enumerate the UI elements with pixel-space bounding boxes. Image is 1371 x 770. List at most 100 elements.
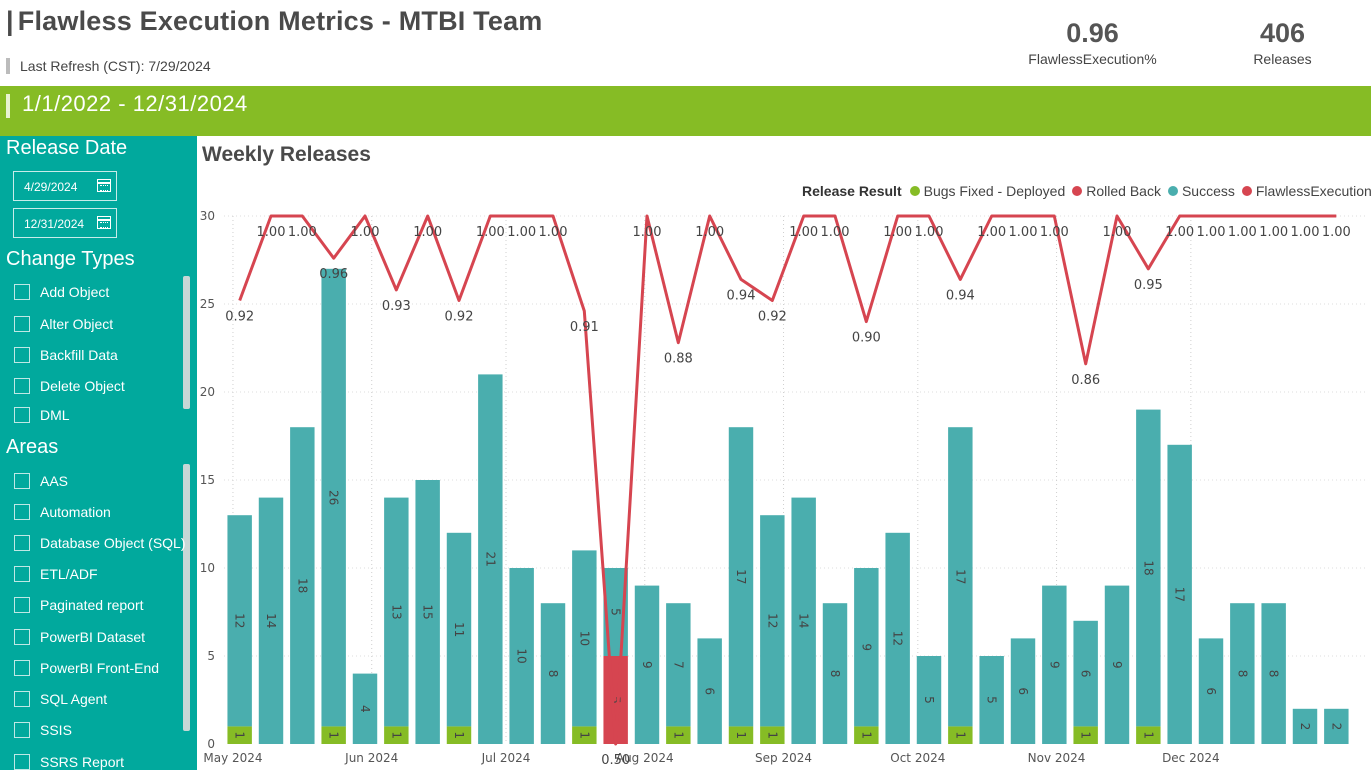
bar-value-label: 8 [546, 670, 560, 678]
checkbox[interactable] [14, 378, 30, 394]
legend-label: FlawlessExecution% [1255, 183, 1371, 199]
last-refresh: Last Refresh (CST): 7/29/2024 [6, 58, 211, 74]
checkbox[interactable] [14, 660, 30, 676]
bar-value-label: 7 [671, 661, 685, 669]
flawless-value-label: 0.88 [664, 352, 693, 367]
bar-value-label: 5 [985, 696, 999, 704]
checkbox[interactable] [14, 629, 30, 645]
flawless-value-label: 1.00 [789, 225, 818, 240]
bar-value-label: 1 [765, 731, 779, 739]
x-tick-label: Jul 2024 [481, 751, 531, 765]
bar-value-label: 18 [1141, 560, 1155, 575]
bar-value-label: 26 [327, 490, 341, 505]
bar-value-label: 6 [1016, 687, 1030, 695]
legend-item-rolled-back[interactable]: Rolled Back [1072, 183, 1161, 199]
flawless-value-label: 0.95 [1134, 278, 1163, 293]
checkbox[interactable] [14, 691, 30, 707]
area-option[interactable]: AAS [14, 471, 68, 491]
bar-value-label: 21 [483, 552, 497, 567]
bar-value-label: 17 [734, 569, 748, 584]
area-option[interactable]: PowerBI Front-End [14, 658, 159, 678]
kpi-flawless-label: FlawlessExecution% [1028, 51, 1157, 67]
area-option[interactable]: Automation [14, 502, 111, 522]
legend-label: Success [1181, 183, 1235, 199]
chart-title: Weekly Releases [202, 143, 371, 166]
change-type-option[interactable]: Delete Object [14, 376, 125, 396]
bar-value-label: 6 [703, 687, 717, 695]
legend-dot-icon [1241, 186, 1252, 196]
area-option[interactable]: Database Object (SQL) [14, 533, 186, 553]
flawless-value-label: 0.93 [382, 299, 411, 314]
bar-value-label: 9 [1110, 661, 1124, 669]
area-option[interactable]: ETL/ADF [14, 564, 98, 584]
option-label: Add Object [40, 284, 110, 300]
bar-value-label: 10 [515, 648, 529, 663]
area-option[interactable]: PowerBI Dataset [14, 627, 145, 647]
checkbox[interactable] [14, 754, 30, 770]
checkbox[interactable] [14, 722, 30, 738]
checkbox[interactable] [14, 347, 30, 363]
area-option[interactable]: SSRS Report [14, 752, 124, 770]
change-type-option[interactable]: Alter Object [14, 314, 113, 334]
option-label: DML [40, 407, 70, 423]
legend-item-success[interactable]: Success [1167, 183, 1235, 199]
checkbox[interactable] [14, 407, 30, 423]
flawless-value-label: 1.00 [1009, 225, 1038, 240]
page-title: | Flawless Execution Metrics - MTBI Team [6, 6, 543, 36]
flawless-value-label: 0.94 [946, 288, 975, 303]
checkbox[interactable] [14, 597, 30, 613]
flawless-value-label: 1.00 [1322, 225, 1351, 240]
bar-value-label: 9 [859, 643, 873, 651]
change-types-scrollbar[interactable] [183, 276, 190, 409]
kpi-releases-label: Releases [1253, 51, 1312, 67]
report-page: | Flawless Execution Metrics - MTBI Team … [0, 0, 1371, 770]
legend-label: Rolled Back [1086, 183, 1161, 199]
flawless-value-label: 1.00 [821, 225, 850, 240]
change-type-option[interactable]: DML [14, 405, 70, 425]
bar-value-label: 5 [609, 608, 623, 616]
change-types-title: Change Types [6, 248, 135, 270]
checkbox[interactable] [14, 473, 30, 489]
page-title-text: Flawless Execution Metrics - MTBI Team [17, 6, 543, 36]
option-label: Paginated report [40, 597, 144, 613]
calendar-icon[interactable] [97, 179, 111, 192]
area-option[interactable]: Paginated report [14, 595, 144, 615]
change-type-option[interactable]: Backfill Data [14, 345, 118, 365]
flawless-value-label: 1.00 [257, 225, 286, 240]
option-label: Alter Object [40, 316, 114, 332]
calendar-icon[interactable] [97, 216, 111, 229]
bar-value-label: 17 [1173, 587, 1187, 602]
checkbox[interactable] [14, 535, 30, 551]
flawless-value-label: 1.00 [539, 225, 568, 240]
bar-value-label: 1 [671, 731, 685, 739]
bar-value-label: 1 [734, 731, 748, 739]
flawless-value-label: 1.00 [883, 225, 912, 240]
area-option[interactable]: SQL Agent [14, 689, 107, 709]
checkbox[interactable] [14, 504, 30, 520]
checkbox[interactable] [14, 566, 30, 582]
release-date-title: Release Date [6, 137, 128, 159]
area-option[interactable]: SSIS [14, 720, 72, 740]
checkbox[interactable] [14, 316, 30, 332]
legend-item-flawless[interactable]: FlawlessExecution% [1241, 183, 1371, 199]
flawless-value-label: 1.00 [1165, 225, 1194, 240]
start-date-input[interactable]: 4/29/2024 [13, 171, 117, 201]
bar-value-label: 10 [577, 631, 591, 646]
flawless-value-label: 1.00 [476, 225, 505, 240]
start-date-value: 4/29/2024 [24, 180, 78, 194]
kpi-releases: 406 Releases [1240, 18, 1325, 67]
legend-item-bugs-fixed[interactable]: Bugs Fixed - Deployed [909, 183, 1065, 199]
bar-value-label: 1 [389, 731, 403, 739]
weekly-releases-chart: 051015202530May 2024 Jun 2024 Jul 2024 Aug … [200, 209, 1367, 768]
flawless-value-label: 0.91 [570, 320, 599, 335]
legend-dot-icon [1072, 186, 1083, 196]
areas-title: Areas [6, 436, 59, 458]
areas-scrollbar[interactable] [183, 464, 190, 731]
kpi-flawless-value: 0.96 [1066, 18, 1119, 48]
end-date-input[interactable]: 12/31/2024 [13, 208, 117, 238]
change-type-option[interactable]: Add Object [14, 282, 109, 302]
y-tick-label: 10 [200, 561, 215, 575]
bar-value-label: 12 [765, 613, 779, 628]
checkbox[interactable] [14, 284, 30, 300]
bar-value-label: 1 [859, 731, 873, 739]
